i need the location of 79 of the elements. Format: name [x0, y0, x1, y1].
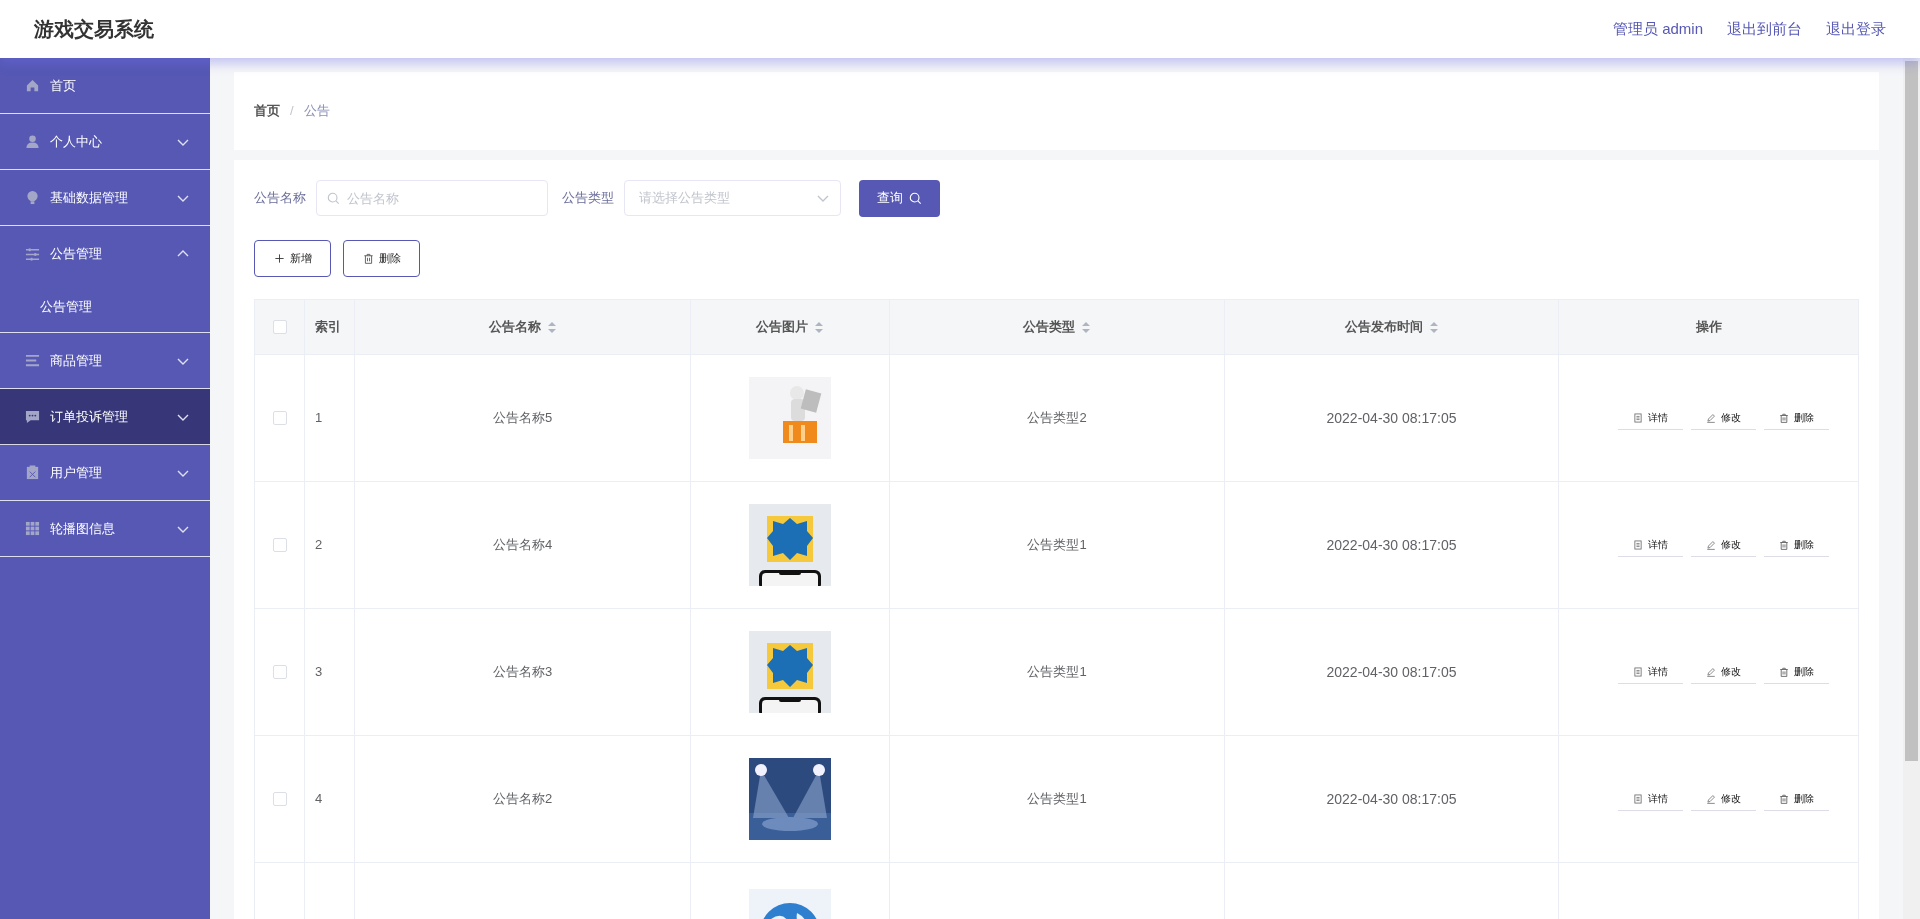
- table-cell: 公告类型2: [1027, 410, 1087, 426]
- table-cell: 公告类型1: [1027, 664, 1087, 680]
- trash-icon: [1779, 666, 1789, 677]
- table-cell: 公告名称2: [492, 791, 553, 807]
- checkbox[interactable]: [272, 411, 287, 425]
- field-label: 公告名称: [254, 189, 306, 208]
- document-icon: [1633, 666, 1643, 677]
- trash-icon: [362, 253, 374, 264]
- breadcrumb-separator: /: [290, 102, 294, 121]
- table-cell: 2022-04-30 08:17:05: [1326, 536, 1457, 553]
- breadcrumb-item[interactable]: 首页: [254, 101, 280, 121]
- grid-icon: [25, 521, 40, 536]
- column-header[interactable]: 公告名称: [488, 317, 541, 337]
- edit-button[interactable]: 修改: [1691, 787, 1756, 811]
- pencil-icon: [1706, 666, 1716, 677]
- search-icon: [909, 191, 922, 205]
- user-icon: [25, 134, 40, 149]
- edit-button[interactable]: 修改: [1691, 533, 1756, 557]
- table-cell: 3: [315, 664, 323, 680]
- query-button[interactable]: 查询: [859, 179, 940, 217]
- breadcrumb-item: 公告: [303, 102, 330, 121]
- edit-button[interactable]: 修改: [1691, 660, 1756, 684]
- column-header: 索引: [315, 318, 341, 337]
- pencil-icon: [1706, 793, 1716, 804]
- header-link[interactable]: 退出到前台: [1727, 17, 1802, 41]
- table-cell: 2022-04-30 08:17:05: [1326, 663, 1457, 680]
- header-link[interactable]: 管理员 admin: [1612, 17, 1703, 41]
- lightbulb-icon: [25, 190, 40, 205]
- table-cell: 2022-04-30 08:17:05: [1326, 790, 1457, 807]
- table-cell: 公告名称3: [492, 664, 553, 680]
- table-cell: 公告类型1: [1027, 791, 1087, 807]
- table-cell: 公告名称4: [492, 537, 553, 553]
- search-icon: [327, 192, 340, 205]
- details-button[interactable]: 详情: [1618, 533, 1683, 557]
- details-button[interactable]: 详情: [1618, 406, 1683, 430]
- document-icon: [1633, 793, 1643, 804]
- checkbox[interactable]: [272, 665, 287, 679]
- sidebar-subitem[interactable]: 公告管理: [0, 282, 210, 332]
- column-header: 操作: [1695, 318, 1722, 337]
- scrollbar[interactable]: [1903, 58, 1920, 919]
- table-cell: 1: [315, 410, 323, 426]
- home-icon: [25, 78, 40, 93]
- trash-icon: [1779, 539, 1789, 550]
- column-header[interactable]: 公告类型: [1023, 317, 1075, 337]
- table-cell: 公告名称5: [492, 410, 553, 426]
- delete-button[interactable]: 删除: [1764, 533, 1829, 557]
- table-cell: 2022-04-30 08:17:05: [1326, 409, 1457, 426]
- trash-icon: [1779, 793, 1789, 804]
- checkbox[interactable]: [272, 320, 287, 334]
- pencil-icon: [1706, 412, 1716, 423]
- trash-icon: [1779, 412, 1789, 423]
- delete-button[interactable]: 删除: [1764, 406, 1829, 430]
- chat-icon: [25, 409, 40, 424]
- document-icon: [1633, 412, 1643, 423]
- document-icon: [1633, 539, 1643, 550]
- header-link[interactable]: 退出登录: [1826, 17, 1886, 41]
- search-field[interactable]: 公告名称: [316, 180, 548, 216]
- pencil-icon: [1706, 539, 1716, 550]
- table-cell: 4: [315, 791, 323, 807]
- plus-icon: [273, 253, 285, 264]
- delete-button[interactable]: 删除: [343, 240, 420, 277]
- details-button[interactable]: 详情: [1618, 660, 1683, 684]
- delete-button[interactable]: 删除: [1764, 787, 1829, 811]
- sliders-icon: [25, 246, 40, 262]
- table-cell: 公告类型1: [1027, 537, 1087, 553]
- field-label: 公告类型: [562, 189, 614, 208]
- details-button[interactable]: 详情: [1618, 787, 1683, 811]
- column-header[interactable]: 公告发布时间: [1344, 317, 1423, 337]
- clipboard-icon: [25, 465, 40, 480]
- app-title: 游戏交易系统: [34, 17, 154, 42]
- column-header[interactable]: 公告图片: [756, 317, 808, 337]
- checkbox[interactable]: [272, 538, 287, 552]
- delete-button[interactable]: 删除: [1764, 660, 1829, 684]
- list-icon: [25, 353, 40, 368]
- sidebar-item[interactable]: 订单投诉管理: [0, 389, 210, 445]
- table-cell: 2: [315, 537, 323, 553]
- add-button[interactable]: 新增: [254, 240, 331, 277]
- checkbox[interactable]: [272, 792, 287, 806]
- edit-button[interactable]: 修改: [1691, 406, 1756, 430]
